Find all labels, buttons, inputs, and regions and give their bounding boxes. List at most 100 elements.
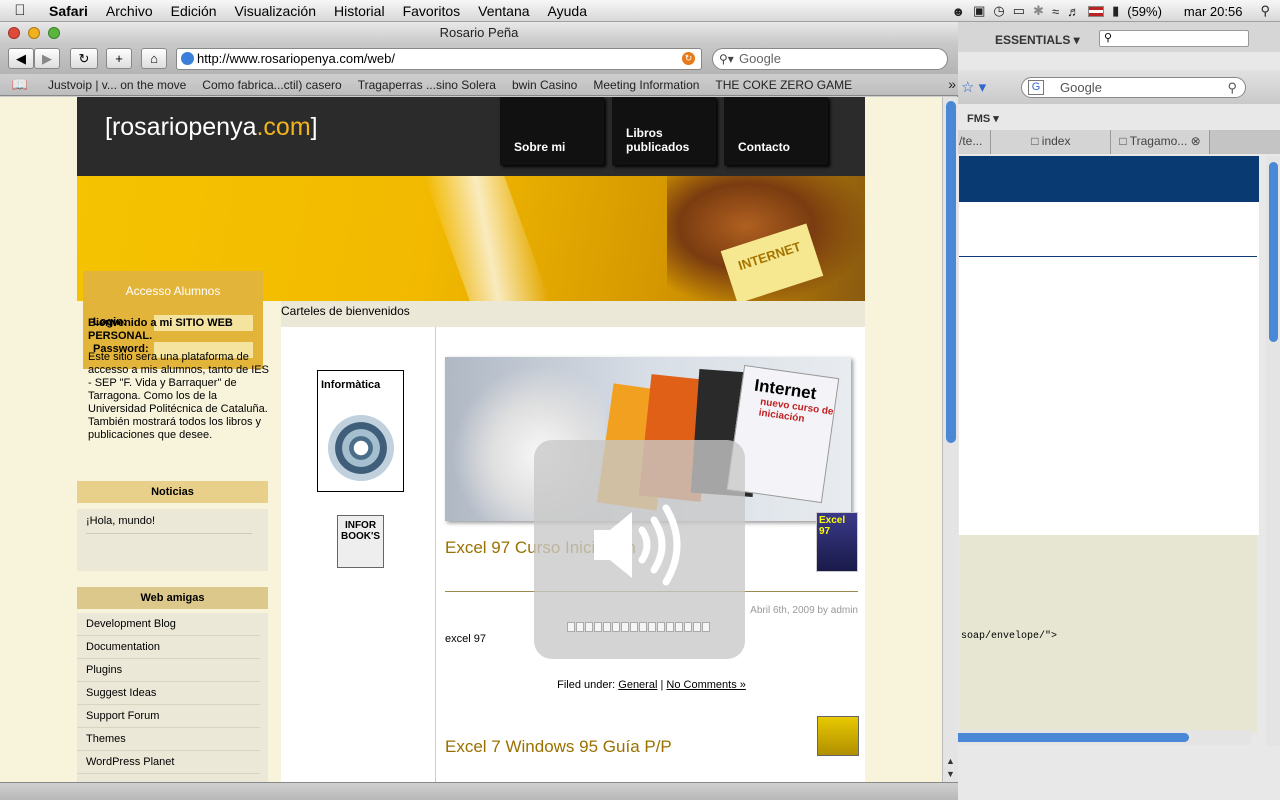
safari-window[interactable]: Rosario Peña ◀ ▶ ↻ + ⌂ http://www.rosari… — [0, 22, 958, 800]
rss-icon[interactable]: ↻ — [682, 52, 695, 65]
category-link[interactable]: General — [618, 679, 657, 691]
book-inforbooks[interactable]: INFOR BOOK'S — [337, 515, 384, 568]
scroll-thumb[interactable] — [946, 101, 956, 443]
hero-banner: INTERNET Accesso Alumnos Login: Password… — [77, 176, 865, 369]
display-icon[interactable]: ▭ — [1013, 3, 1025, 19]
flag-icon[interactable] — [1088, 5, 1105, 17]
friend-link[interactable]: Suggest Ideas — [77, 682, 260, 705]
open-book-icon[interactable]: 📖 — [0, 77, 40, 93]
search-icon: ⚲▾ — [719, 52, 734, 66]
bookmark-2[interactable]: Como fabrica...ctil) casero — [194, 78, 349, 92]
post-meta: Abril 6th, 2009 by admin — [750, 605, 858, 616]
home-button[interactable]: ⌂ — [141, 48, 167, 69]
menu-archivo[interactable]: Archivo — [97, 3, 162, 19]
wifi-icon[interactable]: ≈ — [1052, 4, 1059, 19]
add-bookmark-button[interactable]: + — [106, 48, 132, 69]
volume-segment — [594, 622, 602, 632]
post-footer: Filed under: General | No Comments » — [445, 679, 858, 691]
more-bookmarks-icon[interactable]: » — [948, 76, 956, 92]
title-bar[interactable]: Rosario Peña — [0, 22, 958, 44]
friend-link[interactable]: Themes — [77, 728, 260, 751]
bg-hscroll-thumb[interactable] — [951, 733, 1189, 742]
post-thumbnail-2[interactable] — [817, 716, 859, 756]
menu-app-safari[interactable]: Safari — [40, 3, 97, 19]
volume-icon[interactable]: ♬ — [1067, 4, 1080, 19]
forward-button[interactable]: ▶ — [34, 48, 60, 69]
menu-ayuda[interactable]: Ayuda — [539, 3, 596, 19]
address-bar[interactable]: http://www.rosariopenya.com/web/ ↻ — [176, 48, 702, 70]
volume-segment — [630, 622, 638, 632]
volume-segment — [603, 622, 611, 632]
bookmark-5[interactable]: Meeting Information — [585, 78, 707, 92]
menu-edicion[interactable]: Edición — [162, 3, 226, 19]
volume-segment — [684, 622, 692, 632]
back-button[interactable]: ◀ — [8, 48, 34, 69]
stats-icon[interactable]: ▣ — [973, 3, 985, 19]
news-item[interactable]: ¡Hola, mundo! — [86, 513, 252, 534]
menu-historial[interactable]: Historial — [325, 3, 394, 19]
post-title-2[interactable]: Excel 7 Windows 95 Guía P/P — [445, 737, 672, 757]
friend-link[interactable]: Support Forum — [77, 705, 260, 728]
search-field[interactable]: ⚲▾ Google — [712, 48, 948, 70]
spotlight-icon[interactable]: ⚲ — [1260, 3, 1270, 19]
volume-segment — [585, 622, 593, 632]
menu-visualizacion[interactable]: Visualización — [226, 3, 325, 19]
minimize-button[interactable] — [28, 27, 40, 39]
site: [rosariopenya.com] Sobre mi Libros publi… — [77, 97, 865, 782]
close-icon[interactable]: ⊗ — [1191, 134, 1201, 148]
post-thumbnail[interactable]: Excel 97 — [816, 512, 858, 572]
bookmark-4[interactable]: bwin Casino — [504, 78, 585, 92]
scroll-up-arrow[interactable]: ▲ — [946, 756, 955, 766]
toolbar: ◀ ▶ ↻ + ⌂ http://www.rosariopenya.com/we… — [0, 44, 958, 74]
nav-sobre-mi[interactable]: Sobre mi — [500, 97, 604, 165]
search-placeholder: Google — [739, 51, 781, 66]
battery-icon[interactable]: ▮ — [1112, 3, 1119, 19]
close-button[interactable] — [8, 27, 20, 39]
document-icon: □ — [1031, 134, 1039, 148]
friends-box: Development Blog Documentation Plugins S… — [77, 613, 268, 782]
bookmark-6[interactable]: THE COKE ZERO GAME — [707, 78, 860, 92]
nav-contacto[interactable]: Contacto — [724, 97, 828, 165]
bg-scroll-thumb[interactable] — [1269, 162, 1278, 342]
menu-ventana[interactable]: Ventana — [469, 3, 538, 19]
bluetooth-icon[interactable]: ✱ — [1033, 3, 1044, 19]
bg-search-field[interactable]: ⚲ — [1099, 30, 1249, 47]
fms-menu[interactable]: FMS ▾ — [967, 112, 999, 125]
friend-link[interactable]: Plugins — [77, 659, 260, 682]
volume-level-bar — [567, 622, 710, 632]
site-logo[interactable]: [rosariopenya.com] — [105, 113, 318, 142]
bg-horizontal-scrollbar[interactable] — [951, 730, 1251, 745]
vertical-scrollbar[interactable]: ▲ ▼ — [942, 97, 958, 782]
bookmark-1[interactable]: Justvoip | v... on the move — [40, 78, 194, 92]
star-icon[interactable]: ☆ ▾ — [961, 78, 986, 96]
friend-link[interactable]: WordPress Planet — [77, 751, 260, 774]
book-title: Informàtica — [321, 379, 381, 391]
scroll-down-arrow[interactable]: ▼ — [946, 769, 955, 779]
zoom-button[interactable] — [48, 27, 60, 39]
bookmark-3[interactable]: Tragaperras ...sino Solera — [350, 78, 504, 92]
bg-tab-2[interactable]: □ index — [991, 130, 1112, 154]
clock[interactable]: mar 20:56 — [1184, 4, 1243, 19]
friend-link[interactable]: Development Blog — [77, 613, 260, 636]
login-title: Accesso Alumnos — [125, 284, 221, 298]
news-box: ¡Hola, mundo! — [77, 509, 268, 571]
reload-button[interactable]: ↻ — [70, 48, 98, 69]
menu-favoritos[interactable]: Favoritos — [394, 3, 470, 19]
book-logo-text: INFOR BOOK'S — [340, 520, 381, 542]
friend-link[interactable]: Documentation — [77, 636, 260, 659]
bg-divider — [959, 256, 1257, 257]
bg-vertical-scrollbar[interactable] — [1266, 156, 1280, 746]
essentials-menu[interactable]: ESSENTIALS ▾ — [995, 33, 1080, 47]
bg-tab-3[interactable]: □ Tragamo... ⊗ — [1111, 130, 1210, 154]
comments-link[interactable]: No Comments » — [666, 679, 745, 691]
volume-segment — [675, 622, 683, 632]
bg-code-panel: soap/envelope/"> — [959, 535, 1257, 733]
time-machine-icon[interactable]: ◷ — [993, 3, 1004, 19]
bg-google-search[interactable]: G Google ⚲ — [1021, 77, 1246, 98]
apple-menu-icon[interactable]:  — [0, 2, 40, 19]
bookmarks-bar: 📖 Justvoip | v... on the move Como fabri… — [0, 74, 958, 96]
skype-icon[interactable]: ☻ — [951, 4, 965, 19]
book-informatica[interactable]: Informàtica — [317, 370, 404, 492]
nav-libros[interactable]: Libros publicados — [612, 97, 716, 165]
background-window[interactable]: ESSENTIALS ▾ ⚲ ☆ ▾ G Google ⚲ FMS ▾ /te.… — [950, 22, 1280, 800]
